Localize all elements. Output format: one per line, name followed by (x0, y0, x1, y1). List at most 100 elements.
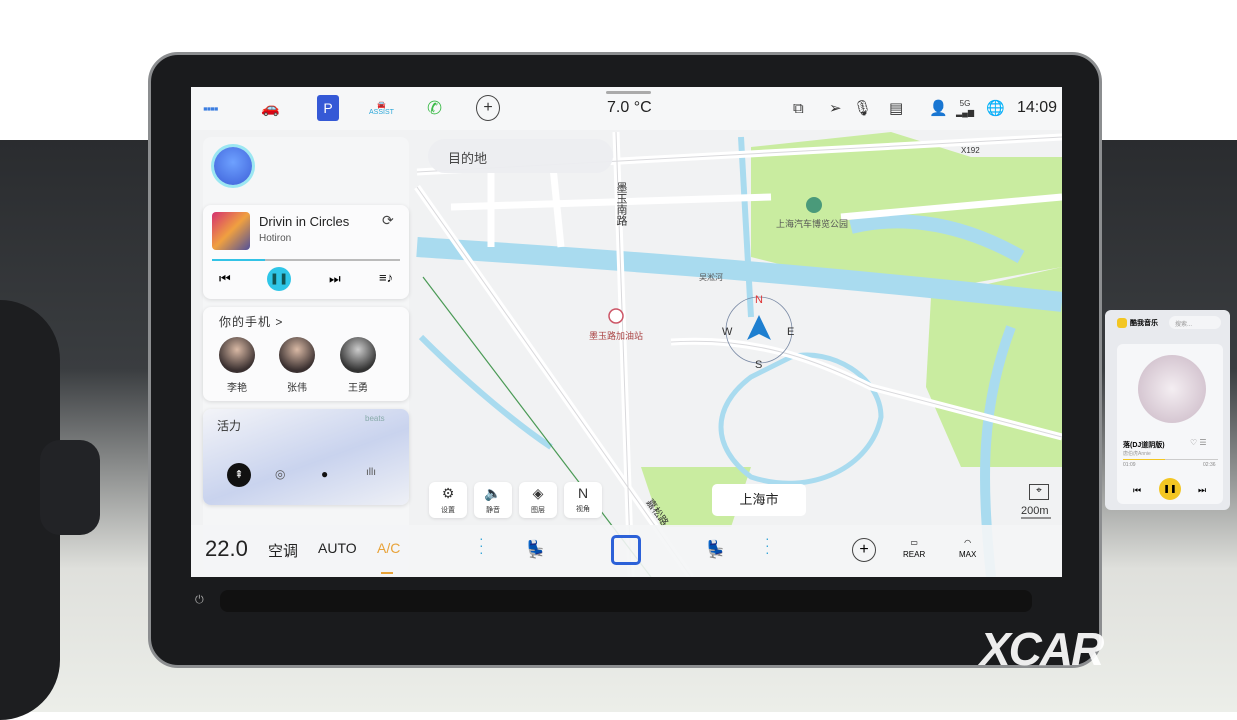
contact-item[interactable]: 张伟 (277, 337, 317, 394)
destination-search[interactable]: 目的地 (428, 139, 613, 173)
compass-e: E (787, 326, 794, 338)
beats-label: beats (365, 414, 385, 423)
assist-car-icon: 🚘 (377, 101, 386, 109)
park-label: 上海汽车博览公园 (776, 218, 848, 229)
kuwo-logo-icon (1117, 318, 1127, 328)
add-widget-button[interactable]: + (476, 95, 500, 121)
assist-label: ASSIST (369, 108, 394, 116)
speaker-mute-icon: 🔈 (484, 485, 502, 501)
contact-item[interactable]: 李艳 (217, 337, 257, 394)
sound-card: 活力 beats ⇞ ◎ ● ıllı (203, 409, 409, 505)
passenger-song-title: 落(DJ道阴版) (1123, 442, 1165, 449)
layers-button[interactable]: ◈ 图层 (519, 482, 557, 518)
city-label[interactable]: 上海市 (712, 484, 806, 516)
parking-button[interactable]: P (317, 95, 339, 121)
map-settings-button[interactable]: ⚙ 设置 (429, 482, 467, 518)
view-angle-button[interactable]: N 视角 (564, 482, 602, 518)
passenger-screen: 酷我音乐 搜索... 落(DJ道阴版) 唐伯虎Annie ♡ ☰ 01:09 0… (1105, 310, 1230, 510)
climate-bar: 22.0 空调 AUTO A/C · · · 💺 💺 · · · + ▭ REAR ◠ MA… (191, 525, 1062, 577)
phone-card: 你的手机 > 李艳 张伟 王勇 (203, 307, 409, 401)
heart-icon[interactable]: ♡ ☰ (1190, 438, 1207, 447)
rear-defrost-button[interactable]: ▭ REAR (903, 537, 925, 561)
clock: 14:09 (1017, 99, 1058, 116)
music-card: Drivin in Circles Hotiron ⟳ ⏮ ❚❚ ⏭ ≡♪ (203, 205, 409, 299)
progress-bar[interactable] (212, 259, 400, 261)
rear-defrost-icon: ▭ (910, 538, 918, 547)
drag-handle[interactable] (606, 91, 651, 94)
status-bar: ▪▪▪▪ 🚗 P 🚘 ASSIST ✆ + 7.0 °C ⧉ ➢ 🎙 ▤ 👤 5G… (191, 87, 1062, 130)
network-label: 5G (959, 99, 971, 108)
passenger-next-icon[interactable]: ⏭ (1198, 485, 1206, 496)
microphone-icon[interactable]: 🎙 (853, 95, 872, 121)
song-artist: Hotiron (259, 233, 292, 244)
passenger-song-artist: 唐伯虎Annie (1123, 451, 1151, 457)
left-panel: Drivin in Circles Hotiron ⟳ ⏮ ❚❚ ⏭ ≡♪ 你的… (197, 137, 417, 577)
pause-button[interactable]: ❚❚ (267, 267, 291, 291)
passenger-fan-level[interactable]: · · · (765, 531, 770, 559)
max-defrost-button[interactable]: ◠ MAX (959, 537, 976, 561)
contact-item[interactable]: 王勇 (338, 337, 378, 394)
cabin-temperature[interactable]: 22.0 (205, 536, 248, 562)
next-icon[interactable]: ⏭ (329, 271, 341, 287)
compass-n: N (755, 294, 763, 306)
sound-title: 活力 (217, 419, 242, 433)
assist-button[interactable]: 🚘 ASSIST (369, 95, 394, 121)
scale-label: 200m (1021, 505, 1049, 517)
highway-label: X192 (961, 146, 980, 155)
climate-touch-strip[interactable] (220, 590, 1032, 612)
voice-assistant-avatar[interactable] (214, 147, 252, 185)
driver-fan-level[interactable]: · · · (479, 531, 484, 559)
duration: 02:36 (1203, 462, 1216, 468)
user-icon[interactable]: 👤 (929, 95, 948, 121)
app-grid-icon[interactable]: ▪▪▪▪ (203, 95, 218, 121)
location-icon[interactable]: ➢ (829, 95, 842, 121)
passenger-progress-bar[interactable] (1123, 459, 1218, 460)
phone-icon[interactable]: ✆ (427, 95, 442, 121)
gas-station-pin[interactable] (608, 308, 624, 324)
passenger-pause-button[interactable]: ❚❚ (1159, 478, 1181, 500)
phone-title[interactable]: 你的手机 > (219, 313, 283, 330)
driver-seat-heat-icon[interactable]: 💺 (525, 540, 546, 560)
gear-icon: ⚙ (441, 485, 455, 501)
beats-logo-icon[interactable]: ● (321, 467, 328, 481)
globe-icon[interactable]: 🌐 (986, 95, 1005, 121)
add-climate-button[interactable]: + (852, 538, 876, 562)
power-icon[interactable]: ⏻ (195, 594, 204, 607)
xcar-watermark-logo: XCAR (980, 623, 1104, 675)
outside-temperature: 7.0 °C (607, 99, 652, 116)
compass-s: S (755, 359, 762, 371)
elapsed-time: 01:09 (1123, 462, 1136, 468)
screen-mirror-icon[interactable]: ⧉ (793, 95, 804, 121)
recenter-icon[interactable]: ⌖ (1029, 484, 1049, 500)
ac-active-indicator (381, 572, 393, 574)
gear-stalk (40, 440, 100, 535)
gas-station-label: 墨玉路加油站 (589, 330, 643, 341)
home-button[interactable] (611, 535, 641, 565)
song-title: Drivin in Circles (259, 214, 350, 229)
passenger-search-input[interactable]: 搜索... (1169, 316, 1221, 329)
auto-button[interactable]: AUTO (318, 540, 357, 556)
compass-w: W (722, 326, 733, 338)
passenger-seat-heat-icon[interactable]: 💺 (705, 540, 726, 560)
front-defrost-icon: ◠ (964, 538, 972, 547)
sound-mode-active-icon[interactable]: ⇞ (227, 463, 251, 487)
message-icon[interactable]: ▤ (889, 95, 903, 121)
signal-icon: 5G ▂▄▆ (956, 99, 974, 117)
previous-icon[interactable]: ⏮ (219, 271, 231, 287)
album-art (212, 212, 250, 250)
north-icon: N (577, 485, 589, 501)
ac-menu-button[interactable]: 空调 (268, 540, 298, 561)
layers-icon: ◈ (532, 485, 544, 501)
passenger-album-art (1138, 355, 1206, 423)
playlist-icon[interactable]: ≡♪ (379, 270, 393, 285)
park-pin[interactable] (806, 197, 822, 213)
loop-icon[interactable]: ⟳ (382, 212, 394, 229)
app-title: 酷我音乐 (1130, 320, 1158, 327)
ac-toggle-button[interactable]: A/C (377, 540, 400, 556)
car-settings-icon[interactable]: 🚗 (261, 95, 280, 121)
waveform-icon[interactable]: ıllı (366, 467, 376, 478)
mute-button[interactable]: 🔈 静音 (474, 482, 512, 518)
passenger-previous-icon[interactable]: ⏮ (1133, 485, 1141, 496)
sound-mode-surround-icon[interactable]: ◎ (275, 467, 285, 481)
road-label: 墨玉南路 (615, 182, 628, 227)
